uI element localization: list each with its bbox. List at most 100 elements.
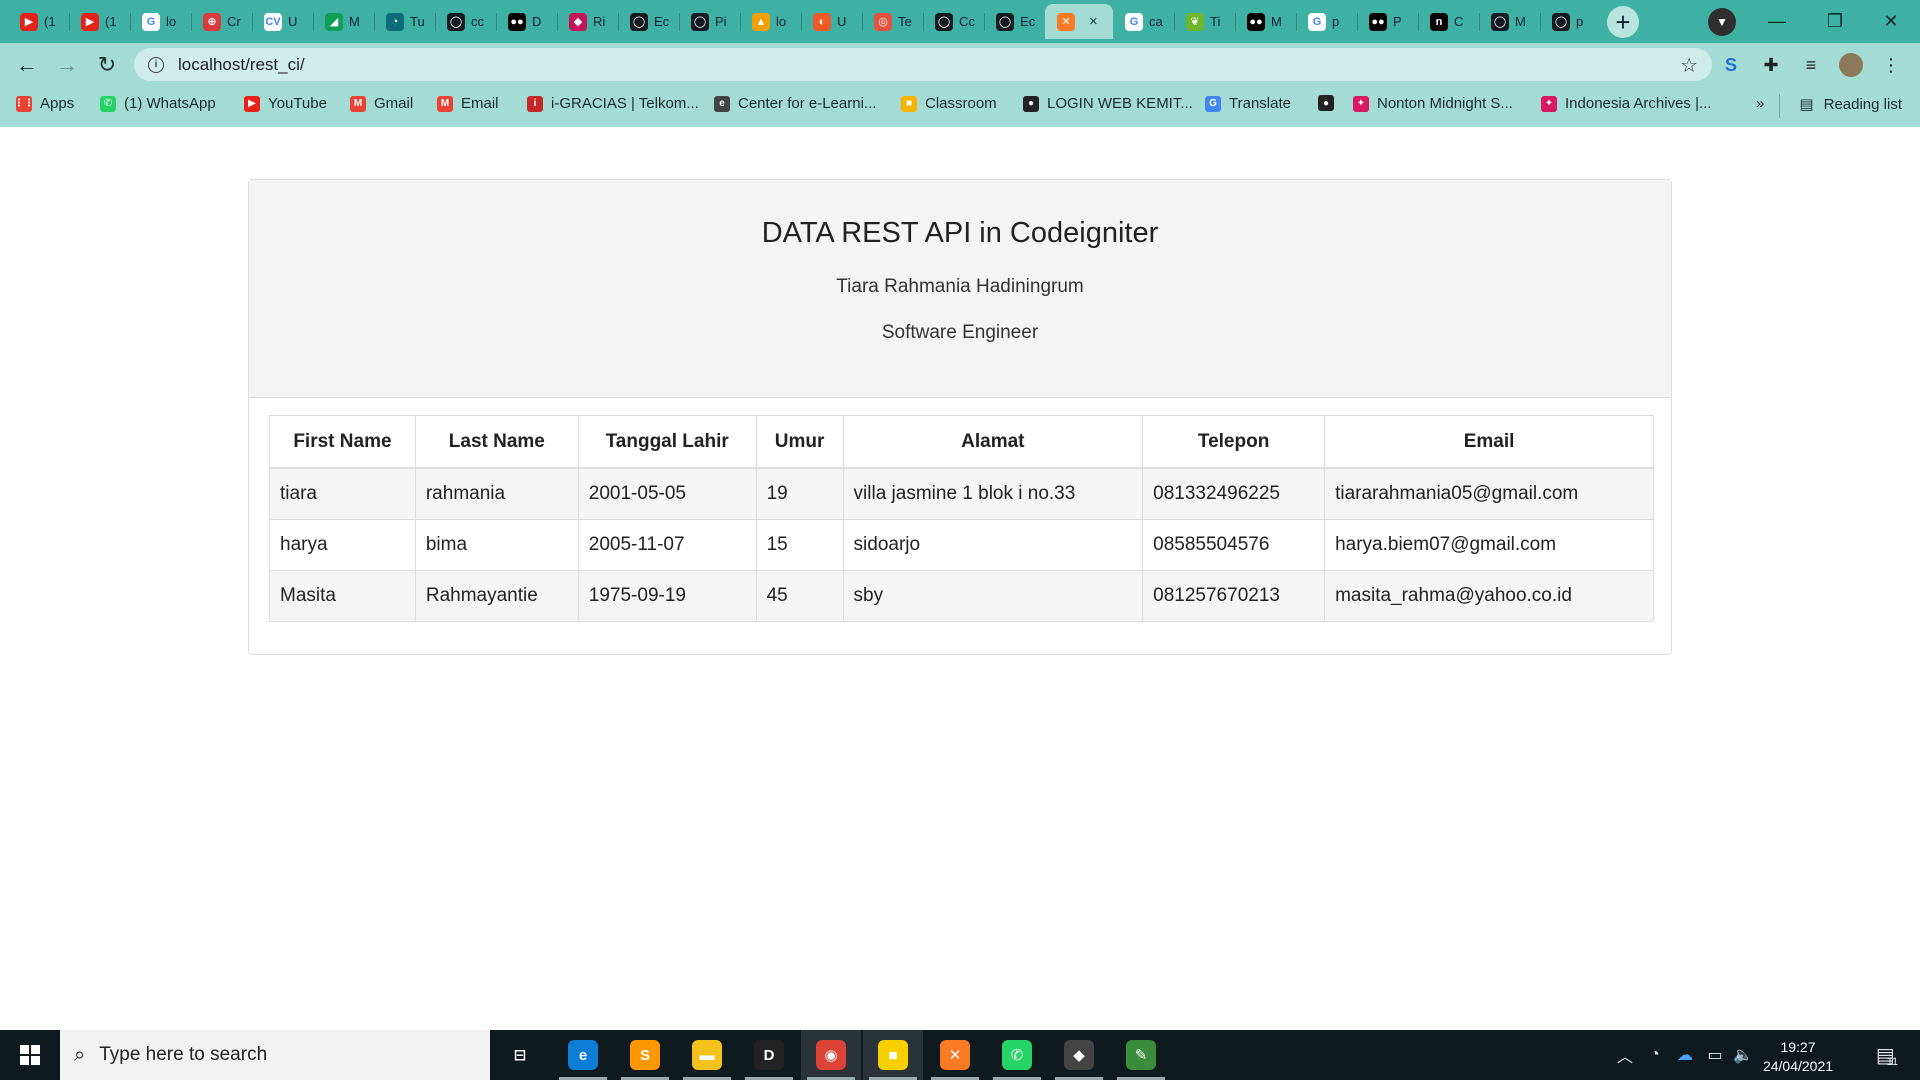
browser-tab[interactable]: ●● M — [1235, 4, 1296, 39]
url-text[interactable]: localhost/rest_ci/ — [178, 55, 305, 75]
menu-kebab-icon[interactable]: ⋮ — [1878, 52, 1904, 78]
back-button[interactable]: ← — [12, 50, 42, 80]
bookmark-item[interactable]: ✦ Nonton Midnight S... — [1353, 95, 1513, 112]
bookmark-item[interactable]: e Center for e-Learni... — [714, 95, 876, 112]
taskbar-app-chrome[interactable]: ◉ — [801, 1030, 861, 1080]
onedrive-icon[interactable]: ☁ — [1670, 1030, 1700, 1080]
taskbar-app-dbeaver[interactable]: D — [739, 1030, 799, 1080]
taskbar-app-sublime-text[interactable]: S — [615, 1030, 675, 1080]
tab-favicon-icon: G — [1125, 12, 1143, 31]
system-clock[interactable]: 19:27 24/04/2021 — [1756, 1038, 1840, 1076]
browser-tab[interactable]: ◢ M — [313, 4, 374, 39]
taskbar-app-sticky-notes[interactable]: ■ — [863, 1030, 923, 1080]
reading-list-button[interactable]: ▤ Reading list — [1799, 95, 1902, 114]
bookmarks-overflow-button[interactable]: » — [1756, 95, 1764, 112]
tab-favicon-icon: ▶ — [20, 12, 38, 31]
extension-s-icon[interactable]: S — [1718, 52, 1744, 78]
bookmark-icon: ⋮⋮ — [14, 95, 34, 112]
browser-tab[interactable]: ●● D — [496, 4, 557, 39]
taskbar-app-notepad[interactable]: ✎ — [1111, 1030, 1171, 1080]
browser-tab[interactable]: ▶ (1 — [69, 4, 130, 39]
tab-favicon-icon: ◔ — [386, 12, 404, 31]
table-cell: sby — [842, 570, 1144, 622]
battery-icon[interactable]: ▭ — [1700, 1030, 1730, 1080]
tab-close-icon[interactable]: × — [1089, 13, 1098, 30]
tab-favicon-icon: ◯ — [691, 12, 709, 31]
browser-tab[interactable]: ▶ (1 — [8, 4, 69, 39]
browser-tab[interactable]: ◆ Ri — [557, 4, 618, 39]
avatar[interactable] — [1838, 52, 1864, 78]
browser-tab[interactable]: ◯ Pi — [679, 4, 740, 39]
restore-button[interactable]: ❐ — [1806, 0, 1864, 43]
bookmark-item[interactable]: i i-GRACIAS | Telkom... — [527, 95, 699, 112]
browser-tab[interactable]: Glo — [130, 4, 191, 39]
browser-tab[interactable]: ◯ Ec — [984, 4, 1045, 39]
bookmark-item[interactable]: G Translate — [1205, 95, 1291, 112]
notifications-button[interactable]: ▤ 11 — [1862, 1030, 1912, 1080]
browser-tab[interactable]: CV U — [252, 4, 313, 39]
info-icon[interactable]: i — [148, 56, 164, 73]
browser-tab[interactable]: ◯ Cc — [923, 4, 984, 39]
tab-title: Tu — [410, 14, 425, 29]
bookmark-item[interactable]: ⋮⋮ Apps — [14, 95, 75, 112]
tab-title: M — [349, 14, 360, 29]
tab-favicon-icon: ⊕ — [203, 12, 221, 31]
taskbar-app-edge[interactable]: e — [553, 1030, 613, 1080]
browser-tab[interactable]: ✕ × — [1045, 4, 1113, 39]
browser-tab[interactable]: Gp — [1296, 4, 1357, 39]
bookmark-item[interactable]: ● — [1318, 95, 1334, 111]
bookmark-item[interactable]: M Email — [437, 95, 499, 112]
minimize-button[interactable]: — — [1748, 0, 1806, 43]
bookmark-star-icon[interactable]: ☆ — [1680, 53, 1698, 78]
browser-tab[interactable]: ◯ cc — [435, 4, 496, 39]
show-hidden-icons-button[interactable]: ︿ — [1610, 1030, 1640, 1080]
browser-tab[interactable]: ◔ Tu — [374, 4, 435, 39]
taskbar-search-box[interactable]: ⌕ Type here to search — [60, 1030, 490, 1080]
extensions-puzzle-icon[interactable]: ✚ — [1758, 52, 1784, 78]
browser-tab[interactable]: ◯ p — [1540, 4, 1601, 39]
author-role: Software Engineer — [881, 322, 1039, 343]
browser-tab[interactable]: ◯ M — [1479, 4, 1540, 39]
taskbar-app-whatsapp[interactable]: ✆ — [987, 1030, 1047, 1080]
new-tab-button[interactable]: + — [1607, 6, 1639, 38]
network-icon[interactable]: ◔ — [1640, 1030, 1670, 1080]
forward-button[interactable]: → — [52, 50, 82, 80]
table-cell: 081257670213 — [1142, 570, 1326, 622]
tab-favicon-icon: G — [1308, 12, 1326, 31]
bookmark-item[interactable]: ✦ Indonesia Archives |... — [1541, 95, 1711, 112]
bookmark-label: Apps — [40, 95, 75, 112]
taskbar-app-xampp[interactable]: ✕ — [925, 1030, 985, 1080]
column-header: Umur — [755, 415, 844, 469]
taskbar-app-task-view[interactable]: ⊟ — [490, 1030, 550, 1080]
bookmark-item[interactable]: ✆ (1) WhatsApp — [100, 95, 216, 112]
bookmark-item[interactable]: ▶ YouTube — [244, 95, 327, 112]
browser-tab[interactable]: nC — [1418, 4, 1479, 39]
tab-search-button[interactable]: ▼ — [1708, 8, 1736, 36]
close-window-button[interactable]: ✕ — [1862, 0, 1920, 43]
taskbar-app-file-explorer[interactable]: ▬ — [677, 1030, 737, 1080]
tab-favicon-icon: ◢ — [325, 12, 343, 31]
start-button[interactable] — [0, 1030, 60, 1080]
browser-tab[interactable]: ◐ U — [801, 4, 862, 39]
table-cell: harya — [269, 519, 416, 571]
bookmarks-bar: ⋮⋮ Apps ✆ (1) WhatsApp ▶ YouTube M Gmail M Email i… — [0, 86, 1920, 128]
bookmark-item[interactable]: ● LOGIN WEB KEMIT... — [1023, 95, 1193, 112]
tab-favicon-icon: ◯ — [630, 12, 648, 31]
reload-button[interactable]: ↻ — [92, 50, 122, 80]
bookmark-item[interactable]: ■ Classroom — [901, 95, 997, 112]
address-bar[interactable]: i localhost/rest_ci/ ☆ — [134, 48, 1712, 81]
bookmark-item[interactable]: M Gmail — [350, 95, 413, 112]
tab-favicon-icon: G — [142, 12, 160, 31]
browser-tab[interactable]: Gca — [1113, 4, 1174, 39]
browser-tab[interactable]: ●● P — [1357, 4, 1418, 39]
browser-tab[interactable]: ◯ Ec — [618, 4, 679, 39]
taskbar-app-git[interactable]: ◆ — [1049, 1030, 1109, 1080]
tab-favicon-icon: ◯ — [447, 12, 465, 31]
volume-icon[interactable]: 🔈 — [1728, 1030, 1758, 1080]
browser-tab[interactable]: ◎ Te — [862, 4, 923, 39]
browser-tab[interactable]: ▲ lo — [740, 4, 801, 39]
clock-time: 19:27 — [1780, 1039, 1816, 1055]
browser-tab[interactable]: ⊕ Cr — [191, 4, 252, 39]
browser-tab[interactable]: ❦ Ti — [1174, 4, 1235, 39]
media-control-icon[interactable]: ≡ — [1798, 52, 1824, 78]
